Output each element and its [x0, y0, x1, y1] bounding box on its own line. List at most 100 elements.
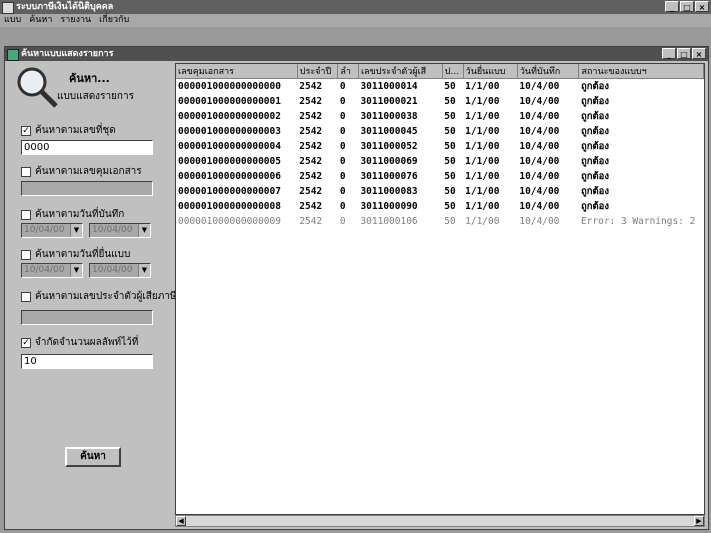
submit-date-from[interactable]: 10/04/00 ▼ — [21, 263, 83, 278]
table-cell: 50 — [444, 96, 456, 107]
col-taxid[interactable]: เลขประจำตัวผู้เสี — [358, 64, 443, 79]
docno-search-option[interactable]: ค้นหาตามเลขคุมเอกสาร — [21, 164, 142, 179]
record-date-from-value: 10/04/00 — [24, 225, 65, 235]
maximize-button[interactable]: □ — [680, 1, 694, 12]
dropdown-arrow-icon[interactable]: ▼ — [70, 264, 82, 277]
search-panel: ค้นหา... แบบแสดงรายการ ✓ ค้นหาตามเลขที่ช… — [9, 63, 177, 525]
table-cell: 000001000000000008 — [178, 201, 281, 212]
record-date-checkbox[interactable] — [21, 209, 31, 220]
child-minimize-button[interactable]: _ — [662, 48, 676, 59]
menu-item-report[interactable]: รายงาน — [60, 14, 91, 27]
horizontal-scrollbar[interactable]: ◀ ▶ — [175, 515, 705, 527]
submit-date-search-option[interactable]: ค้นหาตามวันที่ยื่นแบบ — [21, 247, 130, 262]
table-cell: 50 — [444, 215, 456, 227]
search-heading: ค้นหา... — [69, 72, 110, 85]
table-cell: 2542 — [299, 156, 323, 167]
close-button[interactable]: × — [695, 1, 709, 12]
table-row[interactable]: 000001000000000003 2542 0 3011000045 50 1/1/0… — [176, 124, 704, 139]
table-cell: 2542 — [299, 186, 323, 197]
submit-date-to[interactable]: 10/04/00 ▼ — [89, 263, 151, 278]
table-cell: 000001000000000009 — [178, 215, 281, 227]
table-cell: 50 — [444, 81, 456, 92]
table-cell: 10/4/00 — [519, 201, 560, 212]
table-row[interactable]: 000001000000000008 2542 0 3011000090 50 1/1/0… — [176, 199, 704, 214]
menu-item-search[interactable]: ค้นหา — [29, 14, 52, 27]
table-cell: 3011000014 — [360, 81, 418, 92]
table-cell: 1/1/00 — [465, 156, 500, 167]
batch-checkbox[interactable]: ✓ — [21, 125, 31, 136]
col-form[interactable]: ป... — [442, 64, 464, 79]
table-cell: 1/1/00 — [465, 96, 500, 107]
menu-item-form[interactable]: แบบ — [4, 14, 21, 27]
child-close-button[interactable]: × — [692, 48, 706, 59]
table-cell: 3011000021 — [360, 96, 418, 107]
taxid-checkbox[interactable] — [21, 291, 31, 302]
search-window: ค้นหาแบบแสดงรายการ _ □ × ค้นหา... แบบแสด… — [4, 46, 709, 530]
minimize-button[interactable]: _ — [665, 1, 679, 12]
table-cell: 0 — [339, 111, 346, 122]
table-cell: ถูกต้อง — [580, 126, 609, 137]
table-cell: ถูกต้อง — [580, 201, 609, 212]
table-cell: 10/4/00 — [519, 171, 560, 182]
search-button[interactable]: ค้นหา — [65, 447, 121, 467]
table-cell: 10/4/00 — [519, 126, 560, 137]
app-title-bar: ระบบภาษีเงินได้นิติบุคคล _ □ × — [0, 0, 711, 14]
limit-checkbox[interactable]: ✓ — [21, 337, 31, 348]
taxid-input[interactable] — [21, 310, 153, 325]
window-icon — [7, 49, 19, 61]
taxid-label: ค้นหาตามเลขประจำตัวผู้เสียภาษี — [35, 291, 177, 302]
table-cell: 2542 — [299, 126, 323, 137]
scroll-right-icon[interactable]: ▶ — [694, 516, 704, 526]
table-row[interactable]: 000001000000000000 2542 0 3011000014 50 1/1/0… — [176, 79, 704, 95]
table-cell: 50 — [444, 111, 456, 122]
menu-item-about[interactable]: เกี่ยวกับ — [99, 14, 129, 27]
table-cell: 2542 — [299, 141, 323, 152]
docno-input[interactable] — [21, 181, 153, 196]
table-row[interactable]: 000001000000000007 2542 0 3011000083 50 1/1/0… — [176, 184, 704, 199]
dropdown-arrow-icon[interactable]: ▼ — [138, 264, 150, 277]
submit-date-checkbox[interactable] — [21, 249, 31, 260]
table-row[interactable]: 000001000000000005 2542 0 3011000069 50 1/1/0… — [176, 154, 704, 169]
table-row[interactable]: 000001000000000001 2542 0 3011000021 50 1/1/0… — [176, 94, 704, 109]
table-row[interactable]: 000001000000000009 2542 0 3011000106 50 1/1/0… — [176, 214, 704, 228]
record-date-from[interactable]: 10/04/00 ▼ — [21, 223, 83, 238]
results-grid[interactable]: เลขคุมเอกสาร ประจำปี ลำ เลขประจำตัวผู้เส… — [175, 63, 705, 515]
table-cell: 0 — [339, 141, 346, 152]
table-cell: ถูกต้อง — [580, 171, 609, 182]
table-cell: ถูกต้อง — [580, 186, 609, 197]
col-submit-date[interactable]: วันยื่นแบบ — [463, 64, 518, 79]
table-cell: ถูกต้อง — [580, 81, 609, 92]
col-record-date[interactable]: วันที่บันทึก — [517, 64, 580, 79]
search-window-title-bar: ค้นหาแบบแสดงรายการ _ □ × — [5, 47, 708, 61]
table-cell: 0 — [339, 201, 346, 212]
dropdown-arrow-icon[interactable]: ▼ — [138, 224, 150, 237]
col-year[interactable]: ประจำปี — [297, 64, 339, 79]
batch-search-option[interactable]: ✓ ค้นหาตามเลขที่ชุด — [21, 123, 116, 138]
table-row[interactable]: 000001000000000002 2542 0 3011000038 50 1/1/0… — [176, 109, 704, 124]
results-table: เลขคุมเอกสาร ประจำปี ลำ เลขประจำตัวผู้เส… — [176, 64, 704, 228]
search-subheading: แบบแสดงรายการ — [57, 91, 134, 102]
table-cell: 1/1/00 — [465, 141, 500, 152]
batch-input[interactable]: 0000 — [21, 140, 153, 155]
table-row[interactable]: 000001000000000006 2542 0 3011000076 50 1/1/0… — [176, 169, 704, 184]
scroll-left-icon[interactable]: ◀ — [176, 516, 186, 526]
docno-checkbox[interactable] — [21, 166, 31, 177]
table-cell: 3011000045 — [360, 126, 418, 137]
col-status[interactable]: สถานะของแบบฯ — [578, 64, 704, 79]
table-cell: 0 — [339, 156, 346, 167]
app-icon — [2, 2, 14, 14]
col-docno[interactable]: เลขคุมเอกสาร — [176, 64, 298, 79]
table-cell: Error: 3 Warnings: 2 — [580, 215, 696, 227]
table-row[interactable]: 000001000000000004 2542 0 3011000052 50 1/1/0… — [176, 139, 704, 154]
record-date-to[interactable]: 10/04/00 ▼ — [89, 223, 151, 238]
record-date-search-option[interactable]: ค้นหาตามวันที่บันทึก — [21, 207, 124, 222]
dropdown-arrow-icon[interactable]: ▼ — [70, 224, 82, 237]
col-seq[interactable]: ลำ — [337, 64, 359, 79]
table-cell: 000001000000000004 — [178, 141, 281, 152]
table-cell: 0 — [339, 81, 346, 92]
limit-input[interactable]: 10 — [21, 354, 153, 369]
taxid-search-option[interactable]: ค้นหาตามเลขประจำตัวผู้เสียภาษี — [21, 289, 177, 304]
limit-option[interactable]: ✓ จำกัดจำนวนผลลัพท์ไว้ที่ — [21, 335, 138, 350]
child-maximize-button[interactable]: □ — [677, 48, 691, 59]
table-cell: 000001000000000007 — [178, 186, 281, 197]
